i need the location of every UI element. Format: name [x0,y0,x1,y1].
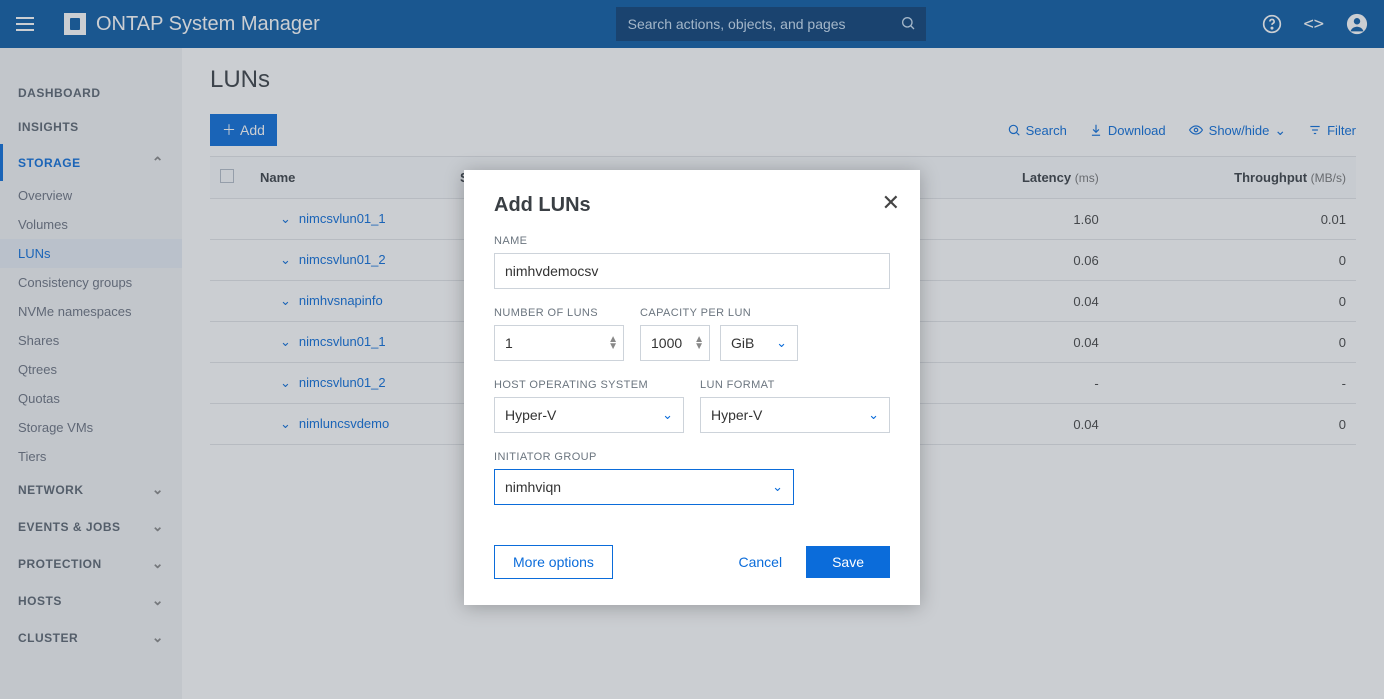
more-options-button[interactable]: More options [494,545,613,579]
label-lunformat: LUN FORMAT [700,379,890,391]
cancel-button[interactable]: Cancel [738,554,782,570]
add-luns-modal: Add LUNs ✕ NAME NUMBER OF LUNS ▲▼ CAPACI… [464,170,920,605]
close-icon[interactable]: ✕ [882,190,900,216]
stepper-icon[interactable]: ▲▼ [694,336,704,350]
lun-name-input[interactable] [494,253,890,289]
host-os-select[interactable]: Hyper-V⌄ [494,397,684,433]
chevron-down-icon: ⌄ [868,407,879,423]
label-capacity: CAPACITY PER LUN [640,307,798,319]
save-button[interactable]: Save [806,546,890,578]
lun-format-select[interactable]: Hyper-V⌄ [700,397,890,433]
capacity-unit-select[interactable]: GiB⌄ [720,325,798,361]
num-luns-input[interactable] [494,325,624,361]
chevron-down-icon: ⌄ [772,479,783,495]
label-numluns: NUMBER OF LUNS [494,307,624,319]
label-name: NAME [494,235,890,247]
label-hostos: HOST OPERATING SYSTEM [494,379,684,391]
chevron-down-icon: ⌄ [776,335,787,351]
chevron-down-icon: ⌄ [662,407,673,423]
initiator-group-select[interactable]: nimhviqn⌄ [494,469,794,505]
modal-title: Add LUNs [494,194,890,217]
stepper-icon[interactable]: ▲▼ [608,336,618,350]
label-igroup: INITIATOR GROUP [494,451,794,463]
